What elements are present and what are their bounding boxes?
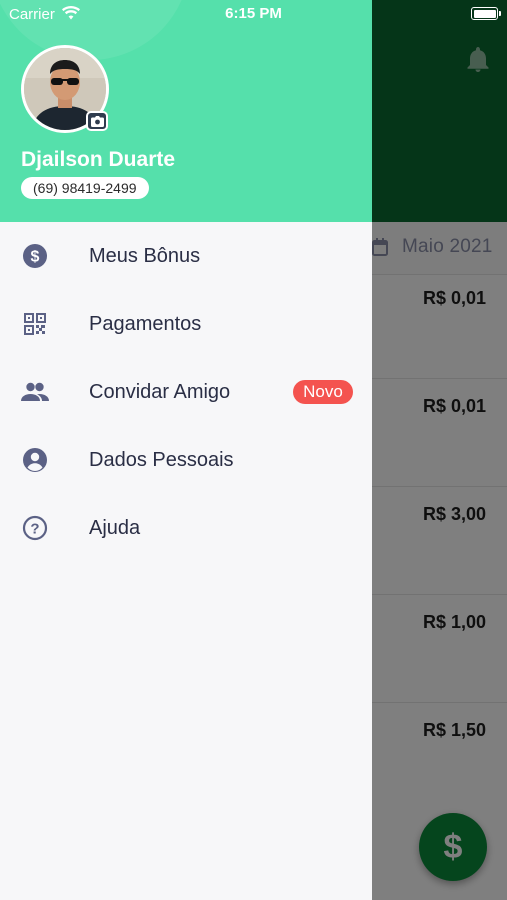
menu-item-label: Pagamentos	[89, 312, 202, 335]
user-name: Djailson Duarte	[21, 148, 176, 171]
drawer-menu: $ Meus Bônus Pagamentos Convidar Amigo N…	[0, 222, 372, 562]
menu-item-dados-pessoais[interactable]: Dados Pessoais	[0, 426, 372, 494]
menu-item-meus-bonus[interactable]: $ Meus Bônus	[0, 222, 372, 290]
status-bar: Carrier 6:15 PM	[0, 0, 507, 28]
menu-item-convidar-amigo[interactable]: Convidar Amigo Novo	[0, 358, 372, 426]
people-icon	[21, 378, 49, 406]
battery-icon	[471, 7, 501, 20]
new-badge: Novo	[293, 380, 353, 404]
change-photo-camera-icon[interactable]	[86, 111, 108, 131]
menu-item-label: Convidar Amigo	[89, 380, 231, 403]
user-phone: (69) 98419-2499	[21, 177, 149, 199]
svg-text:$: $	[31, 249, 40, 266]
menu-item-label: Ajuda	[89, 516, 141, 539]
account-circle-icon	[21, 446, 49, 474]
menu-item-label: Dados Pessoais	[89, 448, 234, 471]
help-circle-icon: ?	[21, 514, 49, 542]
menu-item-ajuda[interactable]: ? Ajuda	[0, 494, 372, 562]
drawer-header: Djailson Duarte (69) 98419-2499	[0, 0, 372, 222]
qr-code-icon	[21, 310, 49, 338]
navigation-drawer: Djailson Duarte (69) 98419-2499 $ Meus B…	[0, 0, 372, 900]
clock: 6:15 PM	[225, 5, 282, 22]
dollar-circle-icon: $	[21, 242, 49, 270]
svg-text:?: ?	[30, 521, 39, 538]
menu-item-pagamentos[interactable]: Pagamentos	[0, 290, 372, 358]
menu-item-label: Meus Bônus	[89, 244, 201, 267]
